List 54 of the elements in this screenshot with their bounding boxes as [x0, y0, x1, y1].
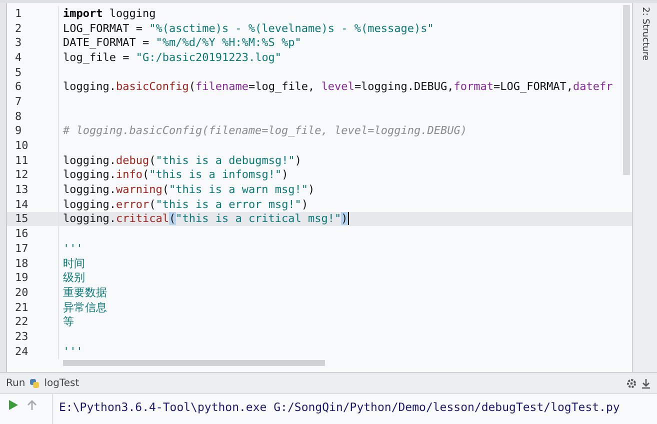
code-line: logging.critical("this is a critical msg!") [63, 212, 350, 226]
line-number: 14 [14, 198, 30, 211]
line-number: 8 [14, 110, 23, 123]
text-caret [348, 212, 350, 226]
code-line: logging.basicConfig(filename=log_file, level=logging.DEBUG,format=LOG_FORMAT,datefr [63, 80, 613, 94]
line-number: 10 [14, 139, 30, 152]
run-title: Run [6, 378, 26, 388]
line-number: 20 [14, 286, 30, 299]
line-number: 2 [14, 22, 23, 35]
line-number: 16 [14, 227, 30, 240]
horizontal-scrollbar[interactable] [63, 360, 325, 366]
run-icon[interactable] [8, 399, 19, 411]
line-number: 23 [14, 330, 30, 343]
line-number: 9 [14, 124, 23, 138]
line-number: 21 [14, 300, 30, 314]
code-line: DATE_FORMAT = "%m/%d/%Y %H:%M:%S %p" [63, 36, 302, 50]
code-line: ''' [63, 242, 83, 255]
line-number: 15 [14, 212, 30, 226]
code-line: import logging [63, 6, 156, 20]
line-number: 1 [14, 6, 23, 20]
line-number: 19 [14, 271, 30, 284]
python-icon [29, 378, 40, 388]
code-line: 时间 [63, 256, 85, 271]
line-number: 18 [14, 256, 30, 270]
line-number: 24 [14, 344, 30, 358]
line-number: 22 [14, 315, 30, 328]
line-number: 4 [14, 50, 23, 64]
code-line: # logging.basicConfig(filename=log_file, level=logging.DEBUG) [63, 124, 467, 138]
line-number: 3 [14, 36, 23, 50]
code-line: logging.warning("this is a warn msg!") [63, 183, 315, 196]
code-line: LOG_FORMAT = "%(asctime)s - %(levelname)s - %(message)s" [63, 22, 434, 35]
code-line: log_file = "G:/basic20191223.log" [63, 50, 282, 64]
vertical-scrollbar[interactable] [623, 5, 630, 175]
line-number: 13 [14, 183, 30, 196]
line-number: 11 [14, 154, 30, 167]
download-icon[interactable] [641, 378, 651, 388]
line-number: 5 [14, 66, 23, 79]
run-config-tab[interactable]: logTest [44, 378, 80, 388]
code-line: logging.error("this is a error msg!") [63, 198, 308, 211]
code-line: 等 [63, 314, 74, 330]
code-line: 异常信息 [63, 300, 107, 315]
console-output: E:\Python3.6.4-Tool\python.exe G:/SongQin/Python/Demo/lesson/debugTest/logTest.py [58, 399, 620, 416]
line-number: 6 [14, 80, 23, 94]
settings-icon[interactable] [626, 378, 637, 388]
line-number: 7 [14, 94, 23, 108]
up-arrow-icon[interactable] [27, 399, 37, 411]
structure-tab[interactable]: 2: Structure [640, 7, 650, 60]
line-number: 12 [14, 168, 30, 182]
code-line: 重要数据 [63, 284, 107, 300]
code-line: ''' [63, 344, 83, 358]
code-line: logging.debug("this is a debugmsg!") [63, 154, 302, 167]
line-number: 17 [14, 242, 30, 255]
code-line: logging.info("this is a infomsg!") [63, 168, 288, 182]
code-line: 级别 [63, 270, 85, 286]
